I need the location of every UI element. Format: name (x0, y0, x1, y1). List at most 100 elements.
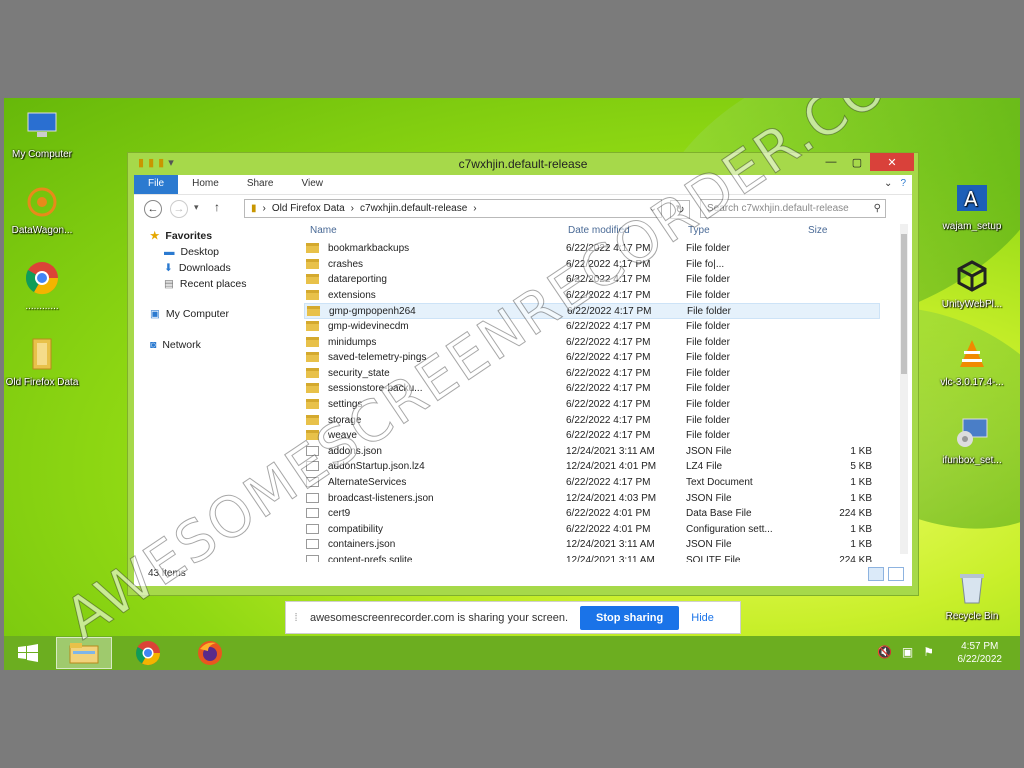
file-row[interactable]: minidumps 6/22/2022 4:17 PM File folder (304, 335, 880, 351)
file-name: storage (328, 414, 362, 426)
tab-share[interactable]: Share (233, 175, 288, 194)
file-row[interactable]: gmp-widevinecdm 6/22/2022 4:17 PM File fol… (304, 319, 880, 335)
file-type: File folder (686, 383, 730, 395)
nav-downloads[interactable]: ⬇ Downloads (164, 262, 231, 274)
help-icon[interactable]: ? (900, 178, 906, 191)
minimize-button[interactable]: — (818, 153, 844, 171)
chrome-icon (136, 641, 160, 666)
scrollbar-thumb[interactable] (901, 234, 907, 374)
nav-my-computer[interactable]: ▣ My Computer (150, 308, 229, 320)
hide-button[interactable]: Hide (691, 612, 714, 624)
file-row[interactable]: containers.json 12/24/2021 3:11 AM JSON Fi… (304, 537, 880, 553)
expand-ribbon-icon[interactable]: ⌄ (884, 178, 892, 191)
vertical-scrollbar[interactable] (900, 224, 908, 554)
nav-network[interactable]: ◙ Network (150, 339, 201, 351)
desktop-icon-ifunbox[interactable]: ifunbox_set... (934, 412, 1010, 466)
taskbar-firefox[interactable] (182, 637, 238, 669)
column-header-name[interactable]: Name (310, 225, 337, 236)
file-row[interactable]: addons.json 12/24/2021 3:11 AM JSON File 1 … (304, 444, 880, 460)
file-row[interactable]: crashes 6/22/2022 4:17 PM File fo|... (304, 257, 880, 273)
tab-view[interactable]: View (288, 175, 338, 194)
clock[interactable]: 4:57 PM 6/22/2022 (958, 640, 1003, 666)
file-date: 6/22/2022 4:17 PM (566, 352, 651, 364)
file-date: 12/24/2021 3:11 AM (566, 539, 655, 551)
large-icons-view-button[interactable] (888, 567, 904, 581)
file-type: JSON File (686, 445, 732, 457)
nav-favorites[interactable]: ★ Favorites (150, 230, 212, 242)
search-input[interactable]: Search c7wxhjin.default-release ⚲ (700, 199, 886, 218)
file-row[interactable]: extensions 6/22/2022 4:17 PM File folder (304, 288, 880, 304)
desktop-icon-unity[interactable]: UnityWebPl... (934, 256, 1010, 310)
file-row[interactable]: addonStartup.json.lz4 12/24/2021 4:01 PM L… (304, 459, 880, 475)
drag-handle-icon[interactable]: ⁞ (286, 612, 306, 624)
volume-muted-icon[interactable]: 🔇 (877, 645, 892, 659)
column-header-date[interactable]: Date modified (568, 225, 630, 236)
tab-home[interactable]: Home (178, 175, 233, 194)
up-button[interactable]: ↑ (214, 200, 220, 214)
installer-icon: A (952, 178, 992, 218)
maximize-button[interactable]: ▢ (844, 153, 870, 171)
desktop-icon-chrome[interactable]: ............ (4, 258, 80, 312)
file-row[interactable]: saved-telemetry-pings 6/22/2022 4:17 PM Fi… (304, 350, 880, 366)
breadcrumb-old-firefox-data[interactable]: Old Firefox Data (272, 203, 345, 214)
file-icon (306, 461, 319, 472)
desktop-icon-datawagon[interactable]: DataWagon... (4, 182, 80, 236)
address-bar[interactable]: ▮ › Old Firefox Data › c7wxhjin.default-… (244, 199, 662, 218)
file-row[interactable]: bookmarkbackups 6/22/2022 4:17 PM File fol… (304, 241, 880, 257)
file-row[interactable]: compatibility 6/22/2022 4:01 PM Configurat… (304, 522, 880, 538)
forward-button[interactable]: → (170, 200, 188, 218)
file-row[interactable]: weave 6/22/2022 4:17 PM File folder (304, 428, 880, 444)
file-date: 6/22/2022 4:17 PM (567, 306, 652, 318)
address-dropdown-icon[interactable]: ⌄ (649, 203, 657, 214)
start-button[interactable] (10, 637, 46, 669)
desktop-icon-old-firefox-data[interactable]: Old Firefox Data (4, 334, 80, 388)
nav-desktop[interactable]: ▬ Desktop (164, 246, 219, 258)
file-type: File folder (686, 289, 730, 301)
breadcrumb-profile[interactable]: c7wxhjin.default-release (360, 203, 467, 214)
file-row[interactable]: cert9 6/22/2022 4:01 PM Data Base File 224 … (304, 506, 880, 522)
file-type: File folder (686, 430, 730, 442)
stop-sharing-button[interactable]: Stop sharing (580, 605, 680, 630)
nav-recent-places[interactable]: ▤ Recent places (164, 278, 246, 290)
svg-text:A: A (964, 187, 978, 211)
ifunbox-icon (952, 412, 992, 452)
taskbar-chrome[interactable] (120, 637, 176, 669)
unity-icon (952, 256, 992, 296)
taskbar-explorer[interactable] (56, 637, 112, 669)
column-header-type[interactable]: Type (688, 225, 710, 236)
file-row[interactable]: storage 6/22/2022 4:17 PM File folder (304, 413, 880, 429)
file-name: crashes (328, 258, 364, 270)
file-row[interactable]: sessionstore-backu... 6/22/2022 4:17 PM Fi… (304, 381, 880, 397)
file-row[interactable]: content-prefs.sqlite 12/24/2021 3:11 AM SQ… (304, 553, 880, 562)
firefox-icon (198, 641, 222, 665)
desktop-icon-recycle-bin[interactable]: Recycle Bin (934, 568, 1010, 622)
folder-icon (306, 383, 319, 394)
recent-locations-icon[interactable]: ▾ (194, 202, 199, 213)
refresh-button[interactable]: ↻ (670, 200, 690, 219)
network-icon[interactable]: ▣ (902, 645, 913, 659)
title-bar[interactable]: ▮ ▮ ▮ ▾ c7wxhjin.default-release — ▢ ✕ (128, 153, 918, 175)
file-row[interactable]: gmp-gmpopenh264 6/22/2022 4:17 PM File fol… (304, 303, 880, 319)
search-placeholder: Search c7wxhjin.default-release (707, 203, 849, 214)
ribbon-tabs: File Home Share View ⌄ ? (134, 175, 912, 194)
desktop-icon-vlc[interactable]: vlc-3.0.17.4-... (934, 334, 1010, 388)
breadcrumb-separator: › (473, 203, 477, 214)
desktop-icon: ▬ (164, 246, 175, 258)
column-header-size[interactable]: Size (808, 225, 827, 236)
file-row[interactable]: security_state 6/22/2022 4:17 PM File fold… (304, 366, 880, 382)
file-row[interactable]: AlternateServices 6/22/2022 4:17 PM Text D… (304, 475, 880, 491)
back-button[interactable]: ← (144, 200, 162, 218)
folder-icon (306, 289, 319, 300)
desktop-icon-my-computer[interactable]: My Computer (4, 106, 80, 160)
file-row[interactable]: datareporting 6/22/2022 4:17 PM File folde… (304, 272, 880, 288)
file-row[interactable]: broadcast-listeners.json 12/24/2021 4:03 … (304, 491, 880, 507)
close-button[interactable]: ✕ (870, 153, 914, 171)
file-name: containers.json (328, 539, 396, 551)
details-view-button[interactable] (868, 567, 884, 581)
file-row[interactable]: settings 6/22/2022 4:17 PM File folder (304, 397, 880, 413)
file-date: 6/22/2022 4:17 PM (566, 477, 651, 488)
file-type: File folder (686, 367, 730, 379)
action-center-icon[interactable]: ⚑ (923, 645, 934, 659)
tab-file[interactable]: File (134, 175, 179, 194)
desktop-icon-wajam-setup[interactable]: A wajam_setup (934, 178, 1010, 232)
